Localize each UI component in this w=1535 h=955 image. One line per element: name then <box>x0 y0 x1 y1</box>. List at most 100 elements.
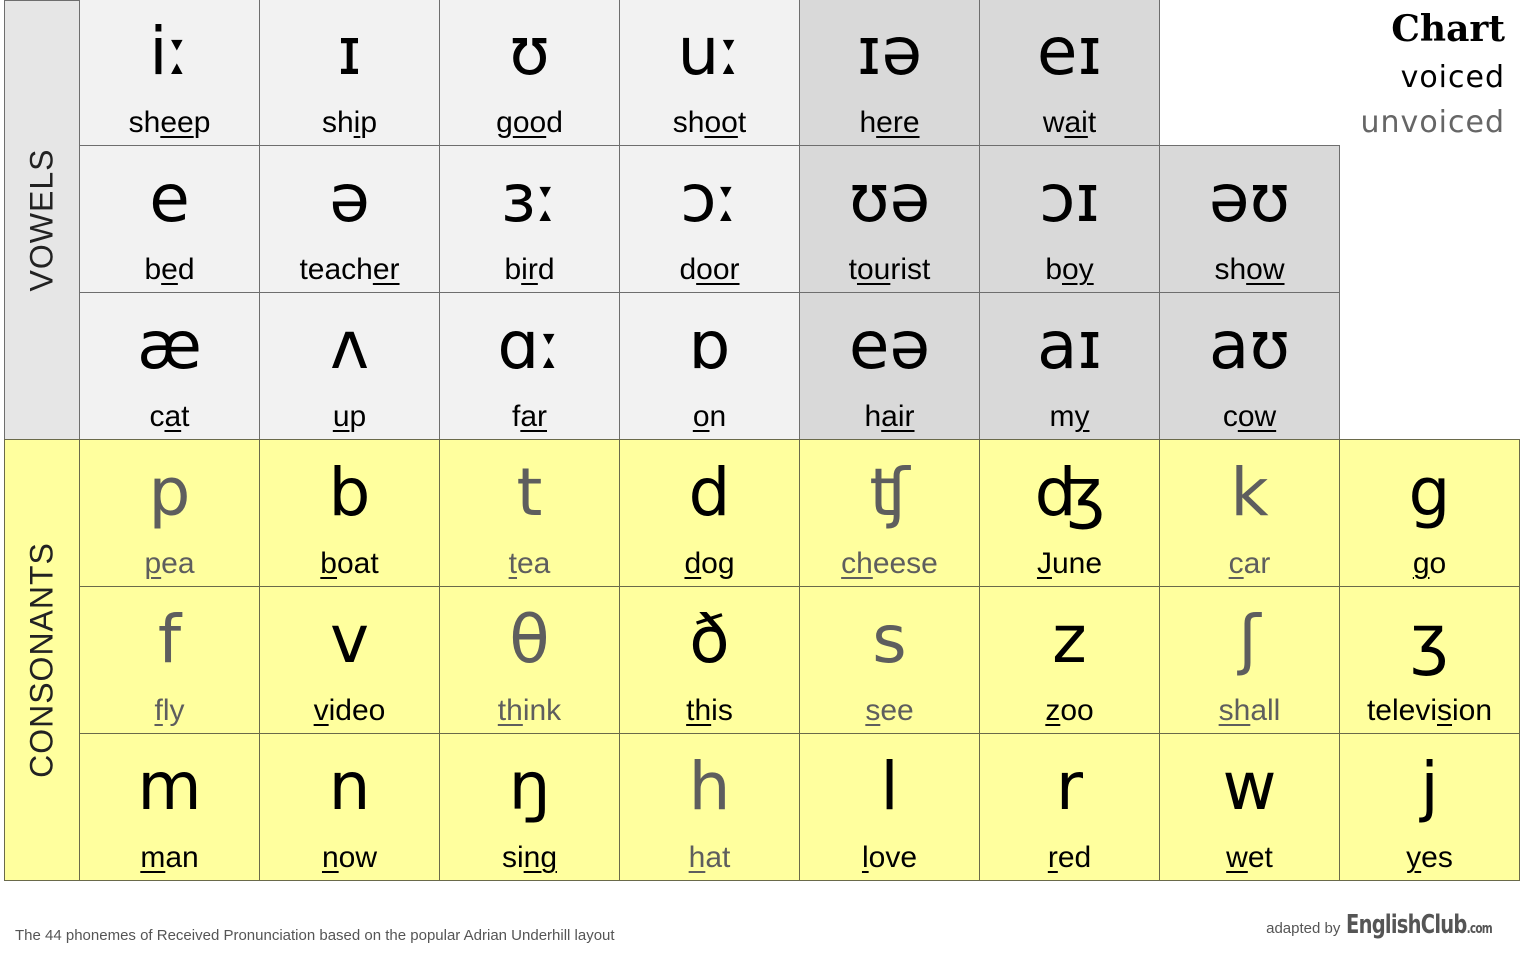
word-part: ly <box>162 694 185 727</box>
word-part: teach <box>299 253 373 286</box>
example-word: fly <box>80 693 259 729</box>
phoneme-cell[interactable]: ŋ sing <box>439 733 620 881</box>
word-part: ee <box>880 694 914 727</box>
word-part: sh <box>321 106 354 139</box>
word-part: t <box>737 106 747 139</box>
word-sound-underlined: y <box>1074 400 1090 433</box>
phoneme-cell[interactable]: w wet <box>1159 733 1340 881</box>
phoneme-cell[interactable]: ʊ good <box>439 0 620 146</box>
phoneme-symbol: eɪ <box>1036 13 1103 90</box>
phoneme-cell[interactable]: j yes <box>1339 733 1520 881</box>
phoneme-cell[interactable]: l love <box>799 733 980 881</box>
word-part: rist <box>890 253 931 286</box>
phoneme-symbol: ɑː <box>497 307 562 384</box>
example-word: door <box>620 252 799 288</box>
example-word: my <box>980 399 1159 435</box>
word-part: b <box>1045 253 1062 286</box>
phoneme-cell[interactable]: ɪ ship <box>259 0 440 146</box>
example-word: bird <box>440 252 619 288</box>
phoneme-cell[interactable]: g go <box>1339 439 1520 587</box>
word-sound-underlined: w <box>1226 841 1248 874</box>
credit-prefix: adapted by <box>1266 920 1341 937</box>
example-word: ship <box>260 105 439 141</box>
example-word: up <box>260 399 439 435</box>
word-part: d <box>537 253 555 286</box>
phoneme-cell[interactable]: ɑː far <box>439 292 620 440</box>
phoneme-cell[interactable]: ʧ cheese <box>799 439 980 587</box>
chart-title: Chart <box>1391 8 1505 50</box>
phoneme-cell[interactable]: ɔː door <box>619 145 800 293</box>
phoneme-cell[interactable]: θ think <box>439 586 620 734</box>
phoneme-cell[interactable]: z zoo <box>979 586 1160 734</box>
word-sound-underlined: th <box>686 694 712 727</box>
word-sound-underlined: ir <box>521 253 538 286</box>
phoneme-cell[interactable]: eɪ wait <box>979 0 1160 146</box>
phoneme-cell[interactable]: ʊə tourist <box>799 145 980 293</box>
phoneme-cell[interactable]: p pea <box>79 439 260 587</box>
phoneme-cell[interactable]: uː shoot <box>619 0 800 146</box>
example-word: bed <box>80 252 259 288</box>
phoneme-cell[interactable]: ð this <box>619 586 800 734</box>
word-sound-underlined: er <box>372 253 400 286</box>
phoneme-cell[interactable]: t tea <box>439 439 620 587</box>
phoneme-symbol: t <box>516 454 543 531</box>
phoneme-symbol: r <box>1055 748 1084 825</box>
phoneme-cell[interactable]: b boat <box>259 439 440 587</box>
phoneme-symbol: f <box>157 601 182 678</box>
phoneme-cell[interactable]: d dog <box>619 439 800 587</box>
phoneme-cell[interactable]: ʤ June <box>979 439 1160 587</box>
phoneme-cell[interactable]: k car <box>1159 439 1340 587</box>
word-part: all <box>1250 694 1281 727</box>
phoneme-cell[interactable]: n now <box>259 733 440 881</box>
phoneme-cell[interactable]: ɒ on <box>619 292 800 440</box>
word-part: ion <box>1452 694 1493 727</box>
word-sound-underlined: f <box>154 694 163 727</box>
word-part: p <box>349 400 367 433</box>
phoneme-cell[interactable]: ɪə here <box>799 0 980 146</box>
example-word: good <box>440 105 619 141</box>
phoneme-cell[interactable]: aɪ my <box>979 292 1160 440</box>
word-part: ea <box>516 547 551 580</box>
word-part: an <box>165 841 199 874</box>
example-word: dog <box>620 546 799 582</box>
phoneme-symbol: e <box>149 160 190 237</box>
example-word: show <box>1160 252 1339 288</box>
phoneme-cell[interactable]: eə hair <box>799 292 980 440</box>
word-sound-underlined: o <box>692 400 710 433</box>
phoneme-cell[interactable]: aʊ cow <box>1159 292 1340 440</box>
phoneme-cell[interactable]: s see <box>799 586 980 734</box>
word-sound-underlined: y <box>1406 841 1422 874</box>
word-part: h <box>864 400 882 433</box>
word-sound-underlined: s <box>865 694 881 727</box>
phoneme-cell[interactable]: ə teacher <box>259 145 440 293</box>
phoneme-cell[interactable]: r red <box>979 733 1160 881</box>
word-part: is <box>711 694 733 727</box>
phoneme-cell[interactable]: v video <box>259 586 440 734</box>
phoneme-cell[interactable]: æ cat <box>79 292 260 440</box>
word-sound-underlined: r <box>1047 841 1058 874</box>
phoneme-cell[interactable]: e bed <box>79 145 260 293</box>
word-sound-underlined: ow <box>1246 253 1285 286</box>
phoneme-cell[interactable]: ɜː bird <box>439 145 620 293</box>
phoneme-cell[interactable]: ʒ television <box>1339 586 1520 734</box>
phoneme-cell[interactable]: m man <box>79 733 260 881</box>
example-word: teacher <box>260 252 439 288</box>
phoneme-cell[interactable]: ʃ shall <box>1159 586 1340 734</box>
example-word: wait <box>980 105 1159 141</box>
word-part: m <box>1049 400 1075 433</box>
phoneme-cell[interactable]: əʊ show <box>1159 145 1340 293</box>
phoneme-cell[interactable]: iː sheep <box>79 0 260 146</box>
phoneme-cell[interactable]: ɔɪ boy <box>979 145 1160 293</box>
englishclub-logo[interactable]: EnglishClub.com <box>1346 910 1493 940</box>
phoneme-symbol: h <box>688 748 731 825</box>
example-word: June <box>980 546 1159 582</box>
phoneme-symbol: θ <box>509 601 550 678</box>
phoneme-symbol: ɪə <box>856 13 923 90</box>
word-sound-underlined: l <box>861 841 869 874</box>
phoneme-cell[interactable]: h hat <box>619 733 800 881</box>
phoneme-cell[interactable]: f fly <box>79 586 260 734</box>
word-part: w <box>1042 106 1065 139</box>
phoneme-cell[interactable]: ʌ up <box>259 292 440 440</box>
example-word: television <box>1340 693 1519 729</box>
word-sound-underlined: ere <box>876 106 920 139</box>
